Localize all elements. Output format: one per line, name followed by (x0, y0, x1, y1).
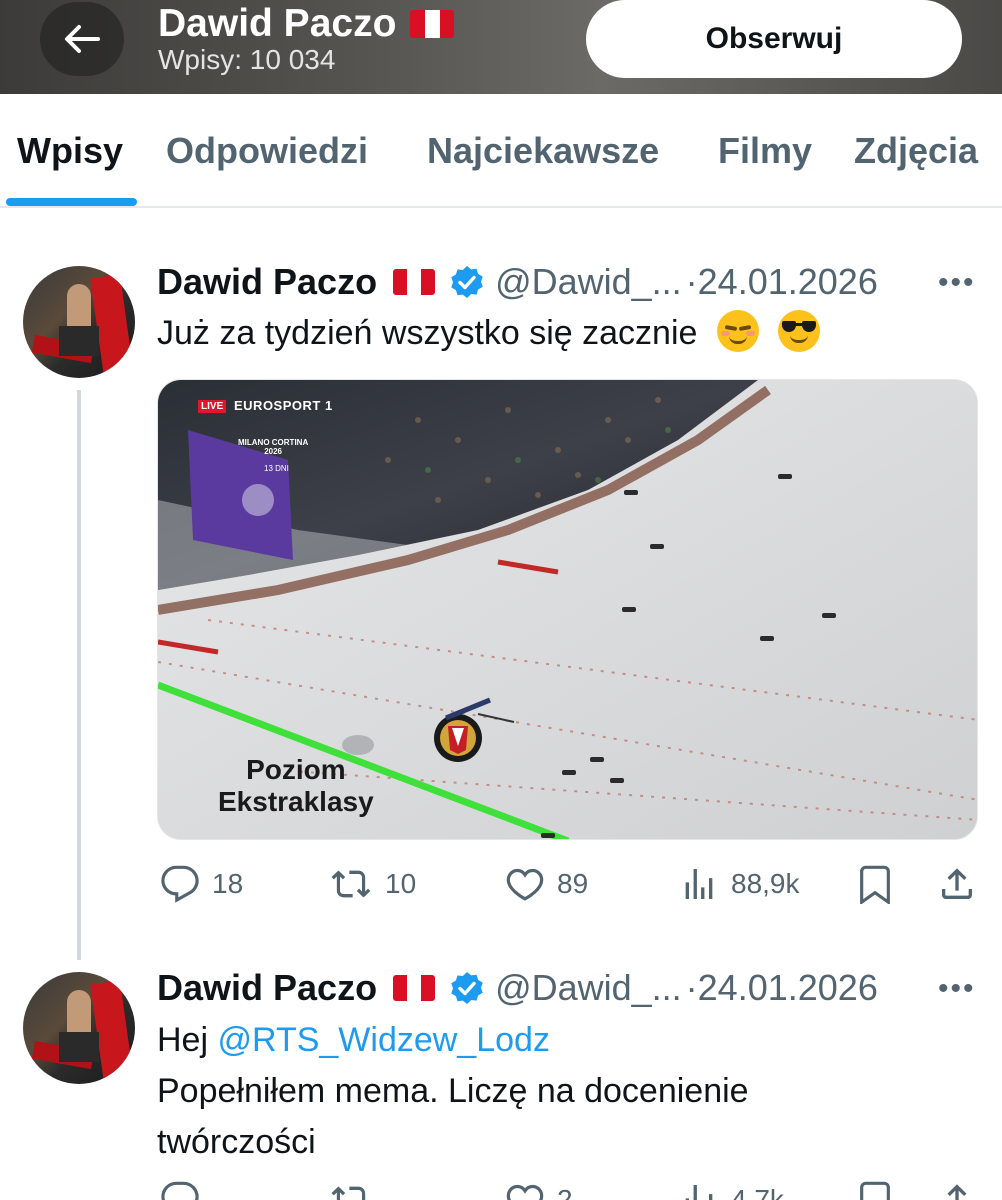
repost-icon (331, 870, 371, 898)
post-header: Dawid Paczo @Dawid_... ·24.01.2026 (157, 261, 878, 303)
active-tab-indicator (6, 198, 137, 206)
like-button[interactable]: 2 (505, 1180, 573, 1200)
share-button[interactable] (937, 864, 977, 904)
posts-count: Wpisy: 10 034 (158, 44, 336, 75)
relieved-face-icon (716, 310, 759, 352)
channel-logo: EUROSPORT 1 (234, 398, 333, 413)
repost-button[interactable] (329, 1180, 385, 1200)
views-count: 4,7k (731, 1184, 784, 1200)
header-name-text: Dawid Paczo (158, 2, 397, 45)
follow-button[interactable]: Obserwuj (586, 0, 962, 78)
more-options-icon[interactable]: ••• (938, 972, 976, 1006)
back-button[interactable] (40, 2, 124, 76)
views-button[interactable]: 4,7k (679, 1180, 784, 1200)
share-icon (942, 868, 972, 899)
arrow-left-icon (65, 25, 100, 53)
post-text: Hej @RTS_Widzew_Lodz Popełniłem mema. Li… (157, 1015, 977, 1168)
peru-flag-icon (393, 975, 436, 1001)
post-text-line3: twórczości (157, 1123, 316, 1161)
profile-tabs: Wpisy Odpowiedzi Najciekawsze Filmy Zdję… (0, 94, 1002, 208)
countdown-text: 13 DNI (264, 464, 289, 473)
repost-count: 10 (385, 868, 417, 899)
views-button[interactable]: 88,9k (679, 864, 800, 904)
more-options-icon[interactable]: ••• (938, 266, 976, 300)
profile-header: Dawid Paczo Wpisy: 10 034 Obserwuj (0, 0, 1002, 94)
author-handle[interactable]: @Dawid_... (495, 261, 682, 303)
reply-button[interactable] (160, 1180, 212, 1200)
bookmark-button[interactable] (855, 864, 895, 904)
avatar[interactable] (23, 972, 135, 1084)
post-date[interactable]: ·24.01.2026 (686, 261, 878, 303)
author-handle[interactable]: @Dawid_... (495, 967, 682, 1009)
post-actions: 18 10 89 88,9k (157, 864, 987, 924)
header-profile-name: Dawid Paczo (158, 2, 455, 46)
thread-connector-line (77, 390, 81, 960)
meme-caption-line1: Poziom (246, 754, 346, 785)
tab-posts[interactable]: Wpisy (17, 130, 123, 172)
peru-flag-icon (393, 269, 436, 295)
meme-caption: Poziom Ekstraklasy (218, 754, 374, 818)
author-name[interactable]: Dawid Paczo (157, 967, 377, 1009)
views-chart-icon (685, 1185, 713, 1200)
bookmark-button[interactable] (855, 1180, 895, 1200)
smiling-face-with-sunglasses-icon (778, 310, 821, 352)
post-actions: 2 4,7k (157, 1180, 987, 1200)
bookmark-icon (860, 1181, 890, 1200)
post-header: Dawid Paczo @Dawid_... ·24.01.2026 (157, 967, 878, 1009)
games-logo: MILANO CORTINA 2026 (238, 438, 308, 456)
reply-icon (161, 865, 199, 903)
reply-icon (161, 1181, 199, 1200)
post-text: Już za tydzień wszystko się zacznie (157, 308, 821, 359)
games-name-line1: MILANO CORTINA (238, 438, 309, 447)
views-count: 88,9k (731, 868, 800, 899)
reply-button[interactable]: 18 (160, 864, 243, 904)
meme-caption-line2: Ekstraklasy (218, 786, 374, 817)
peru-flag-icon (410, 10, 455, 38)
post-media-image[interactable]: LIVE EUROSPORT 1 MILANO CORTINA 2026 13 … (157, 379, 978, 840)
author-name[interactable]: Dawid Paczo (157, 261, 377, 303)
reply-count: 18 (212, 868, 244, 899)
bookmark-icon (860, 865, 890, 904)
heart-icon (506, 1184, 544, 1200)
avatar[interactable] (23, 266, 135, 378)
share-button[interactable] (937, 1180, 977, 1200)
verified-badge-icon (451, 266, 483, 298)
heart-icon (506, 868, 544, 901)
like-button[interactable]: 89 (505, 864, 588, 904)
like-count: 89 (557, 868, 589, 899)
views-chart-icon (685, 869, 713, 899)
share-icon (947, 1184, 967, 1200)
verified-badge-icon (451, 972, 483, 1004)
like-count: 2 (557, 1184, 573, 1200)
tab-replies[interactable]: Odpowiedzi (166, 130, 368, 172)
tab-highlights[interactable]: Najciekawsze (427, 130, 659, 172)
tab-videos[interactable]: Filmy (718, 130, 812, 172)
live-badge: LIVE (198, 400, 227, 413)
repost-button[interactable]: 10 (329, 864, 416, 904)
post-text-body: Już za tydzień wszystko się zacznie (157, 314, 698, 352)
games-name-line2: 2026 (264, 447, 282, 456)
repost-icon (331, 1186, 366, 1200)
post-date[interactable]: ·24.01.2026 (686, 967, 878, 1009)
mention-link[interactable]: @RTS_Widzew_Lodz (217, 1021, 549, 1059)
post-text-line2: Popełniłem mema. Liczę na docenienie (157, 1072, 749, 1110)
post-greeting: Hej (157, 1021, 209, 1059)
tab-photos[interactable]: Zdjęcia (854, 130, 978, 172)
